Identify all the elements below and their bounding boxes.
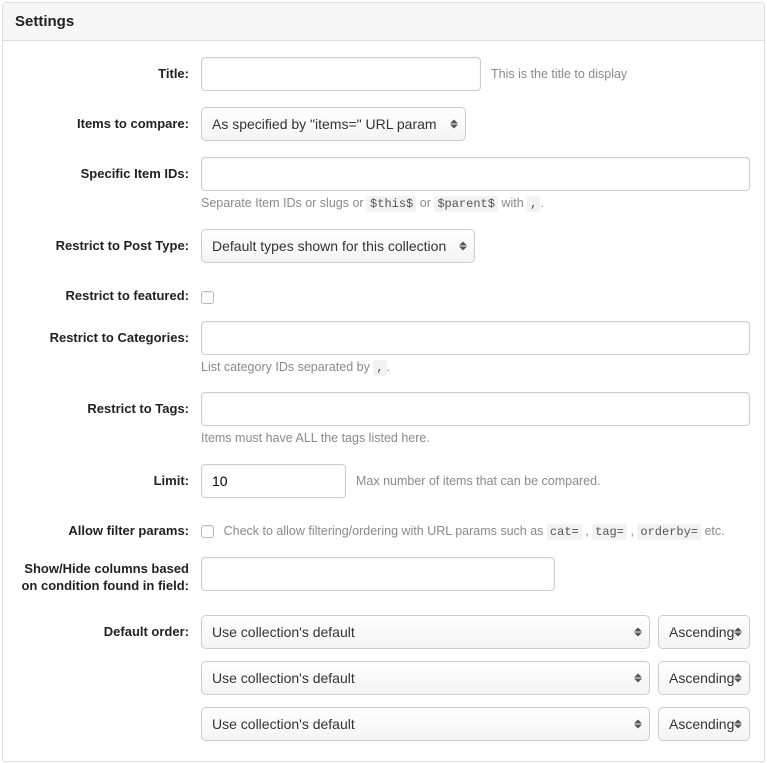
allow-filter-checkbox[interactable] (201, 525, 214, 538)
limit-input[interactable] (201, 464, 346, 498)
order-by-select[interactable]: Use collection's default (201, 707, 650, 741)
order-dir-selected: Ascending (669, 670, 734, 686)
label-restrict-categories: Restrict to Categories: (17, 321, 201, 347)
settings-panel: Settings Title: This is the title to dis… (2, 2, 765, 762)
label-restrict-post-type: Restrict to Post Type: (17, 229, 201, 255)
chevron-updown-icon (450, 120, 458, 129)
specific-item-ids-input[interactable] (201, 157, 750, 191)
label-show-hide: Show/Hide columns based on condition fou… (17, 557, 201, 595)
row-restrict-categories: Restrict to Categories: List category ID… (17, 321, 750, 377)
default-order-row: Use collection's default Ascending (201, 661, 750, 695)
panel-title: Settings (3, 3, 764, 41)
limit-hint: Max number of items that can be compared… (356, 464, 601, 498)
chevron-updown-icon (634, 719, 642, 728)
row-restrict-tags: Restrict to Tags: Items must have ALL th… (17, 392, 750, 448)
label-limit: Limit: (17, 464, 201, 490)
chevron-updown-icon (734, 673, 742, 682)
order-dir-select[interactable]: Ascending (658, 707, 750, 741)
order-dir-select[interactable]: Ascending (658, 615, 750, 649)
restrict-tags-hint: Items must have ALL the tags listed here… (201, 430, 750, 448)
row-specific-item-ids: Specific Item IDs: Separate Item IDs or … (17, 157, 750, 213)
title-input[interactable] (201, 57, 481, 91)
row-restrict-post-type: Restrict to Post Type: Default types sho… (17, 229, 750, 263)
order-dir-selected: Ascending (669, 716, 734, 732)
title-hint: This is the title to display (491, 57, 627, 91)
row-allow-filter: Allow filter params: Check to allow filt… (17, 514, 750, 541)
chevron-updown-icon (734, 719, 742, 728)
restrict-featured-checkbox[interactable] (201, 291, 214, 304)
row-items-to-compare: Items to compare: As specified by "items… (17, 107, 750, 141)
label-restrict-tags: Restrict to Tags: (17, 392, 201, 418)
row-default-order: Default order: Use collection's default … (17, 615, 750, 741)
chevron-updown-icon (734, 627, 742, 636)
chevron-updown-icon (459, 241, 467, 250)
label-default-order: Default order: (17, 615, 201, 641)
restrict-post-type-selected: Default types shown for this collection (212, 238, 446, 254)
show-hide-input[interactable] (201, 557, 555, 591)
items-to-compare-selected: As specified by "items=" URL param (212, 116, 437, 132)
order-dir-select[interactable]: Ascending (658, 661, 750, 695)
order-by-select[interactable]: Use collection's default (201, 661, 650, 695)
label-title: Title: (17, 57, 201, 83)
row-show-hide: Show/Hide columns based on condition fou… (17, 557, 750, 595)
allow-filter-hint: Check to allow filtering/ordering with U… (224, 524, 725, 538)
order-by-selected: Use collection's default (212, 670, 355, 686)
restrict-tags-input[interactable] (201, 392, 750, 426)
chevron-updown-icon (634, 627, 642, 636)
default-order-row: Use collection's default Ascending (201, 615, 750, 649)
order-by-selected: Use collection's default (212, 716, 355, 732)
row-restrict-featured: Restrict to featured: (17, 279, 750, 305)
label-specific-item-ids: Specific Item IDs: (17, 157, 201, 183)
row-title: Title: This is the title to display (17, 57, 750, 91)
label-items-to-compare: Items to compare: (17, 107, 201, 133)
restrict-post-type-select[interactable]: Default types shown for this collection (201, 229, 475, 263)
restrict-categories-input[interactable] (201, 321, 750, 355)
specific-item-ids-hint: Separate Item IDs or slugs or $this$ or … (201, 195, 750, 213)
panel-body: Title: This is the title to display Item… (3, 41, 764, 761)
restrict-categories-hint: List category IDs separated by ,. (201, 359, 750, 377)
items-to-compare-select[interactable]: As specified by "items=" URL param (201, 107, 466, 141)
default-order-row: Use collection's default Ascending (201, 707, 750, 741)
label-allow-filter: Allow filter params: (17, 514, 201, 540)
order-by-select[interactable]: Use collection's default (201, 615, 650, 649)
order-dir-selected: Ascending (669, 624, 734, 640)
label-restrict-featured: Restrict to featured: (17, 279, 201, 305)
row-limit: Limit: Max number of items that can be c… (17, 464, 750, 498)
chevron-updown-icon (634, 673, 642, 682)
order-by-selected: Use collection's default (212, 624, 355, 640)
